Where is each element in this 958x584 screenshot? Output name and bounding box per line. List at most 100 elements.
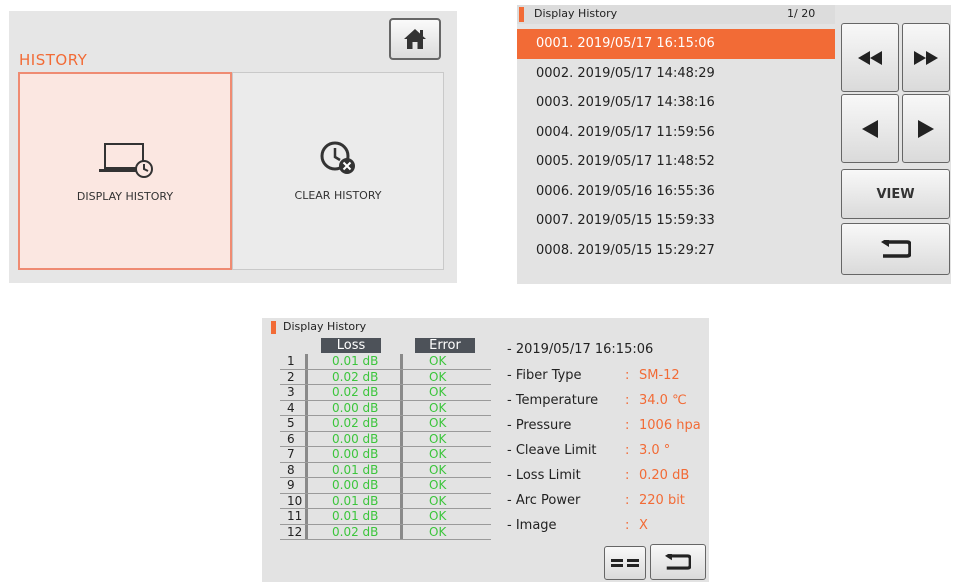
detail-title: Display History	[283, 320, 367, 333]
table-row: 3 0.02 dB OK	[280, 385, 491, 401]
table-row: 12 0.02 dB OK	[280, 524, 491, 540]
fast-rewind-icon	[858, 50, 882, 65]
info-key: - Fiber Type	[507, 368, 582, 383]
error-value: OK	[429, 524, 447, 539]
clock-delete-icon	[320, 141, 355, 174]
error-column-header: Error	[415, 338, 475, 353]
error-value: OK	[429, 416, 447, 430]
list-item[interactable]: 0003. 2019/05/17 14:38:16	[517, 88, 835, 118]
loss-value: 0.02 dB	[332, 524, 379, 539]
fast-forward-icon	[914, 50, 938, 65]
row-number: 5	[287, 416, 295, 430]
info-key: - Arc Power	[507, 493, 581, 508]
row-number: 11	[287, 509, 303, 523]
home-button[interactable]	[389, 18, 441, 60]
back-button[interactable]	[650, 544, 706, 580]
table-row: 10 0.01 dB OK	[280, 493, 491, 509]
clear-history-tile[interactable]: CLEAR HISTORY	[232, 72, 444, 270]
table-row: 6 0.00 dB OK	[280, 431, 491, 447]
error-value: OK	[429, 385, 447, 399]
back-button[interactable]	[841, 223, 950, 275]
loss-value: 0.02 dB	[332, 369, 379, 384]
error-value: OK	[429, 431, 447, 446]
page-indicator: 1/ 20	[787, 7, 816, 20]
list-item[interactable]: 0001. 2019/05/17 16:15:06	[517, 29, 835, 59]
info-row: - Image: X	[507, 518, 648, 533]
table-row: 11 0.01 dB OK	[280, 509, 491, 525]
info-value: 1006 hpa	[639, 418, 701, 433]
row-number: 10	[287, 493, 303, 508]
page-next-button[interactable]	[902, 94, 950, 163]
page-last-button[interactable]	[902, 23, 950, 92]
table-row: 9 0.00 dB OK	[280, 478, 491, 494]
info-row: - Fiber Type: SM-12	[507, 368, 680, 383]
error-value: OK	[429, 478, 447, 492]
prev-icon	[862, 119, 878, 138]
info-value: X	[639, 518, 648, 533]
info-key: - Cleave Limit	[507, 443, 597, 458]
history-detail-panel: Display History Loss Error 1 0.01 dB OK 2 0…	[262, 318, 709, 582]
table-row: 2 0.02 dB OK	[280, 369, 491, 385]
display-history-tile[interactable]: DISPLAY HISTORY	[18, 72, 232, 270]
table-row: 7 0.00 dB OK	[280, 447, 491, 463]
info-value: 3.0 °	[639, 443, 671, 458]
history-list: 0001. 2019/05/17 16:15:06 0002. 2019/05/…	[517, 29, 835, 265]
info-key: - Pressure	[507, 418, 572, 433]
row-number: 12	[287, 524, 303, 539]
home-icon	[404, 29, 426, 49]
info-key: - Temperature	[507, 393, 599, 408]
loss-value: 0.02 dB	[332, 416, 379, 430]
info-key: - Image	[507, 518, 557, 533]
info-value: 220 bit	[639, 493, 685, 508]
loss-value: 0.01 dB	[332, 509, 379, 523]
page-first-button[interactable]	[841, 23, 899, 92]
header-accent	[271, 321, 276, 334]
history-menu-panel: HISTORY DISPLAY HISTORY CLEAR HISTORY	[9, 11, 457, 283]
loss-column-header: Loss	[321, 338, 381, 353]
page-prev-button[interactable]	[841, 94, 899, 163]
row-number: 2	[287, 369, 295, 384]
history-list-panel: Display History 1/ 20 0001. 2019/05/17 1…	[517, 5, 951, 284]
loss-value: 0.02 dB	[332, 385, 379, 399]
detail-timestamp: - 2019/05/17 16:15:06	[507, 342, 654, 357]
back-icon	[880, 240, 911, 258]
loss-value: 0.01 dB	[332, 354, 379, 368]
fiber-image-icon	[611, 559, 639, 567]
loss-value: 0.01 dB	[332, 462, 379, 477]
splice-table: 1 0.01 dB OK 2 0.02 dB OK 3 0.02 dB OK 4 0.00 d…	[280, 354, 491, 540]
error-value: OK	[429, 509, 447, 523]
row-number: 7	[287, 447, 295, 461]
row-number: 1	[287, 354, 295, 368]
info-row: - Loss Limit:0.20 dB	[507, 468, 690, 483]
error-value: OK	[429, 369, 447, 384]
info-key: - Loss Limit	[507, 468, 581, 483]
table-row: 5 0.02 dB OK	[280, 416, 491, 432]
back-icon	[665, 554, 691, 570]
info-value: 0.20 dB	[639, 468, 690, 483]
list-header: Display History 1/ 20	[517, 5, 835, 24]
error-value: OK	[429, 447, 447, 461]
list-item[interactable]: 0008. 2019/05/15 15:29:27	[517, 236, 835, 266]
list-item[interactable]: 0005. 2019/05/17 11:48:52	[517, 147, 835, 177]
table-row: 8 0.01 dB OK	[280, 462, 491, 478]
clear-history-label: CLEAR HISTORY	[294, 189, 382, 202]
header-accent	[519, 7, 524, 22]
row-number: 4	[287, 400, 295, 415]
list-item[interactable]: 0007. 2019/05/15 15:59:33	[517, 206, 835, 236]
list-item[interactable]: 0004. 2019/05/17 11:59:56	[517, 118, 835, 148]
next-icon	[918, 119, 934, 138]
row-number: 9	[287, 478, 295, 492]
table-row: 4 0.00 dB OK	[280, 400, 491, 416]
loss-value: 0.00 dB	[332, 478, 379, 492]
loss-value: 0.00 dB	[332, 447, 379, 461]
view-button[interactable]: VIEW	[841, 169, 950, 219]
table-row: 1 0.01 dB OK	[280, 354, 491, 370]
fiber-image-button[interactable]	[604, 546, 646, 580]
row-number: 8	[287, 462, 295, 477]
list-item[interactable]: 0002. 2019/05/17 14:48:29	[517, 59, 835, 89]
display-history-label: DISPLAY HISTORY	[76, 190, 174, 203]
list-item[interactable]: 0006. 2019/05/16 16:55:36	[517, 177, 835, 207]
view-label: VIEW	[876, 186, 915, 202]
error-value: OK	[429, 400, 447, 415]
error-value: OK	[429, 493, 447, 508]
